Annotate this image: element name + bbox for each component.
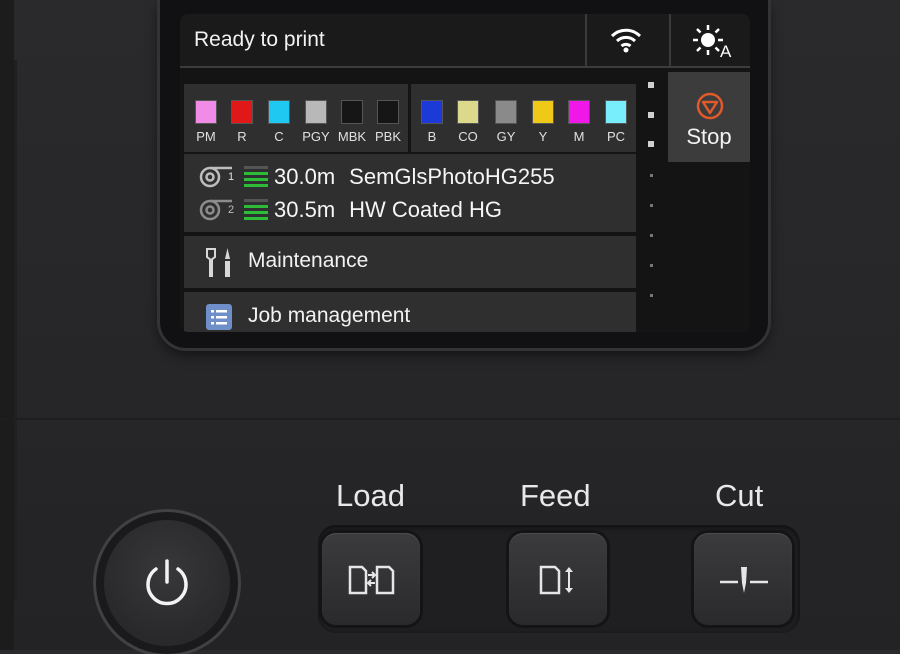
ink-swatch: [568, 100, 590, 124]
feed-icon: [539, 565, 573, 595]
ink-pgy: PGY: [301, 100, 331, 144]
roll-2-media: HW Coated HG: [349, 197, 502, 222]
roll-1-length: 30.0m: [274, 164, 336, 189]
ink-swatch: [231, 100, 253, 124]
status-separator: [585, 14, 587, 66]
stop-button[interactable]: Stop: [668, 72, 750, 162]
ink-swatch: [421, 100, 443, 124]
feed-label: Feed: [520, 478, 591, 513]
ink-group-divider: [408, 84, 411, 152]
printer-left-edge: [0, 0, 14, 650]
load-label: Load: [336, 478, 405, 513]
ink-c: C: [264, 100, 294, 144]
maintenance-icon: [206, 248, 230, 277]
load-icon: [348, 565, 395, 595]
svg-text:2: 2: [228, 204, 234, 216]
ink-swatch: [377, 100, 399, 124]
ink-co: CO: [453, 100, 483, 144]
roll-2-icon: 2: [199, 199, 234, 221]
ink-mbk: MBK: [337, 100, 367, 144]
svg-text:1: 1: [228, 171, 234, 183]
ink-swatch: [195, 100, 217, 124]
roll-2-length: 30.5m: [274, 197, 336, 222]
feed-button[interactable]: [509, 533, 607, 625]
ink-swatch: [341, 100, 363, 124]
ink-pc: PC: [601, 100, 631, 144]
ink-swatch: [268, 100, 290, 124]
ink-swatch: [605, 100, 627, 124]
job-management-label: Job management: [248, 304, 411, 327]
stop-icon: [696, 92, 724, 120]
ink-gy: GY: [491, 100, 521, 144]
roll-1-row: 1 30.0m SemGlsPhotoHG255: [198, 162, 555, 192]
menu-item-maintenance[interactable]: Maintenance: [184, 236, 636, 288]
svg-text:A: A: [720, 42, 732, 58]
power-icon: [146, 559, 188, 606]
status-bar: Ready to print A: [180, 14, 750, 68]
cut-label: Cut: [715, 478, 764, 513]
paper-info-panel[interactable]: 1 30.0m SemGlsPhotoHG255 2 30.5m HW Coat…: [184, 154, 636, 232]
ink-pbk: PBK: [373, 100, 403, 144]
ink-swatch: [457, 100, 479, 124]
ink-swatch: [495, 100, 517, 124]
printer-seam: [14, 60, 17, 600]
load-button[interactable]: [322, 533, 420, 625]
status-separator: [669, 14, 671, 66]
roll-2-row: 2 30.5m HW Coated HG: [198, 195, 502, 225]
ink-pm: PM: [191, 100, 221, 144]
menu-item-job-management[interactable]: Job management: [184, 292, 636, 332]
roll-1-icon: 1: [199, 166, 234, 188]
ink-y: Y: [528, 100, 558, 144]
power-button[interactable]: [104, 520, 230, 646]
ink-levels-panel[interactable]: PM R C PGY MBK PBK B CO GY Y M PC: [184, 84, 636, 152]
cut-icon: [720, 567, 768, 593]
wifi-icon[interactable]: [610, 26, 642, 59]
status-text: Ready to print: [194, 28, 325, 51]
ink-swatch: [305, 100, 327, 124]
auto-brightness-icon[interactable]: A: [692, 24, 734, 63]
roll-2-level-icon: [244, 199, 268, 220]
ink-m: M: [564, 100, 594, 144]
roll-1-media: SemGlsPhotoHG255: [349, 164, 555, 189]
panel-divider: [0, 418, 900, 420]
ink-b: B: [417, 100, 447, 144]
stop-label: Stop: [686, 124, 732, 149]
ink-swatch: [532, 100, 554, 124]
touch-screen: Ready to print A PM R C PGY MBK PBK B CO…: [180, 14, 750, 332]
maintenance-label: Maintenance: [248, 249, 369, 272]
roll-1-level-icon: [244, 166, 268, 187]
ink-r: R: [227, 100, 257, 144]
cut-button[interactable]: [694, 533, 792, 625]
job-list-icon: [206, 304, 232, 330]
